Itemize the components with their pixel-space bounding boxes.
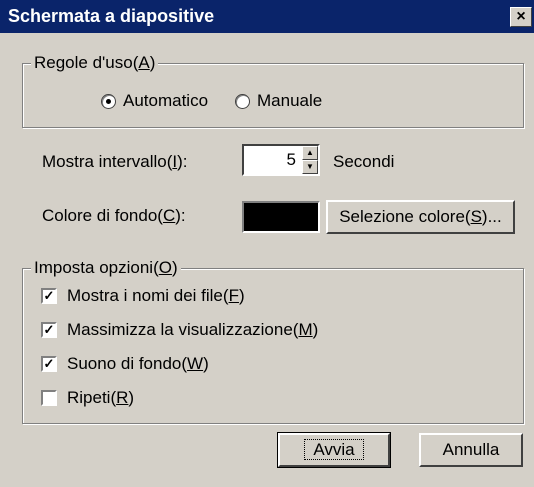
select-color-button[interactable]: Selezione colore(S)... [326,200,515,234]
close-button[interactable]: × [510,7,532,27]
checkbox-maximize-label[interactable]: Massimizza la visualizzazione(M) [67,320,318,340]
interval-value: 5 [286,150,296,169]
radio-manuale[interactable] [235,94,250,109]
close-icon: × [516,8,526,25]
interval-label: Mostra intervallo(I): [42,152,188,171]
checkbox-maximize[interactable]: ✓ [41,322,57,338]
checkbox-show-filenames[interactable]: ✓ [41,288,57,304]
radio-automatico-label[interactable]: Automatico [123,91,208,111]
spin-up-button[interactable]: ▲ [302,146,318,160]
options-legend: Imposta opzioni(O) [31,258,181,278]
checkbox-background-sound-label[interactable]: Suono di fondo(W) [67,354,209,374]
background-color-swatch [242,201,320,233]
title-bar[interactable]: Schermata a diapositive × [0,0,534,33]
options-group: Imposta opzioni(O) ✓ Mostra i nomi dei f… [22,258,524,424]
checkbox-repeat-label[interactable]: Ripeti(R) [67,388,134,408]
cancel-button[interactable]: Annulla [419,433,523,467]
interval-input[interactable]: 5 ▲ ▼ [242,144,320,176]
window-title: Schermata a diapositive [8,6,215,26]
checkbox-background-sound[interactable]: ✓ [41,356,57,372]
checkbox-repeat[interactable] [41,390,57,406]
spin-down-button[interactable]: ▼ [302,160,318,174]
interval-unit: Secondi [333,152,395,171]
usage-rules-legend: Regole d'uso(A) [31,53,159,73]
usage-rules-group: Regole d'uso(A) Automatico Manuale [22,53,524,128]
checkbox-show-filenames-label[interactable]: Mostra i nomi dei file(F) [67,286,245,306]
start-button[interactable]: Avvia [277,432,391,468]
background-color-label: Colore di fondo(C): [42,206,186,225]
radio-manuale-label[interactable]: Manuale [257,91,322,111]
radio-automatico[interactable] [101,94,116,109]
dialog-body: Regole d'uso(A) Automatico Manuale Mostr… [0,33,534,487]
